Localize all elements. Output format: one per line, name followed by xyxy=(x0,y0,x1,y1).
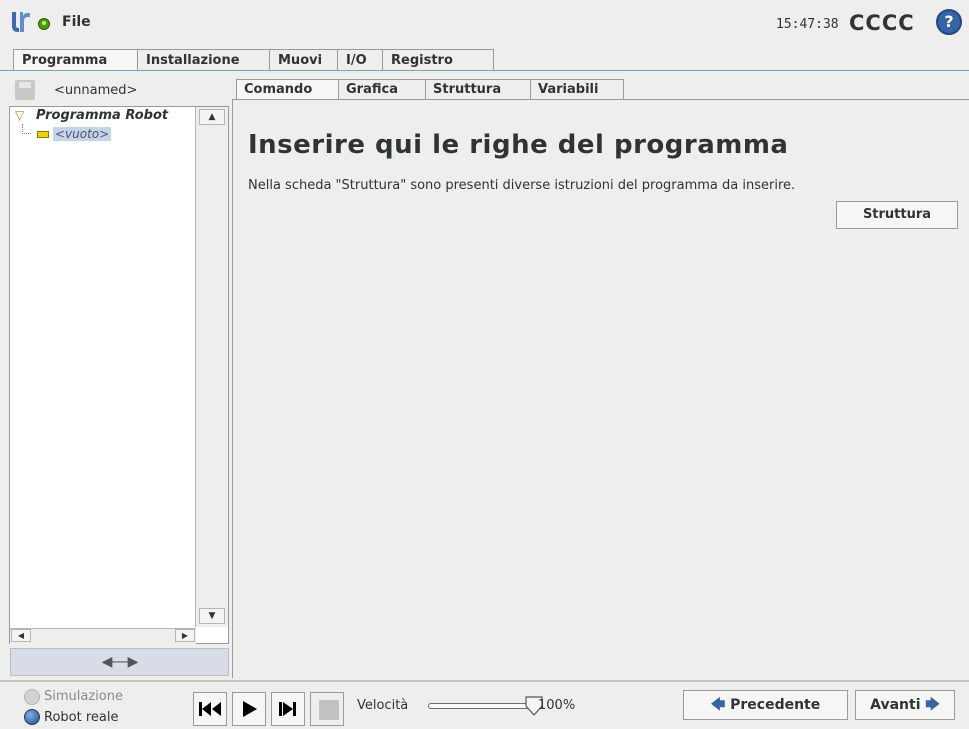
tab-io[interactable]: I/O xyxy=(337,49,383,71)
speed-value: 100% xyxy=(538,698,576,713)
tab-programma[interactable]: Programma xyxy=(13,49,138,71)
arrow-left-icon: 🡄 xyxy=(710,697,726,713)
tab-comando[interactable]: Comando xyxy=(236,79,339,100)
ur-logo-icon[interactable] xyxy=(10,10,32,34)
tab-struttura[interactable]: Struttura xyxy=(425,79,531,100)
previous-button[interactable]: 🡄 Precedente xyxy=(683,690,848,720)
empty-node-icon xyxy=(37,131,49,138)
panel-resize-handle[interactable]: ◀----▶ xyxy=(10,648,229,676)
struttura-button[interactable]: Struttura xyxy=(836,201,958,229)
play-button[interactable] xyxy=(232,692,266,726)
tab-grafica[interactable]: Grafica xyxy=(338,79,426,100)
scroll-up-button[interactable]: ▲ xyxy=(199,109,225,125)
speed-slider[interactable] xyxy=(428,703,538,709)
rewind-icon xyxy=(199,702,221,716)
bottom-divider xyxy=(0,680,969,682)
speed-label: Velocità xyxy=(357,698,409,713)
step-forward-icon xyxy=(279,702,296,716)
tree-node-empty[interactable]: <vuoto> xyxy=(53,127,112,141)
step-button[interactable] xyxy=(271,692,305,726)
tree-connector xyxy=(22,124,31,134)
status-dot-icon xyxy=(38,18,50,30)
horizontal-scrollbar[interactable] xyxy=(10,628,196,644)
robot-name: CCCC xyxy=(849,11,915,35)
file-menu[interactable]: File xyxy=(62,14,91,30)
clock: 15:47:38 xyxy=(776,17,839,32)
real-robot-radio[interactable] xyxy=(24,709,40,725)
simulation-radio[interactable] xyxy=(24,689,40,705)
page-description: Nella scheda "Struttura" sono presenti d… xyxy=(248,178,796,193)
stop-icon xyxy=(319,700,339,720)
scroll-down-button[interactable]: ▼ xyxy=(199,608,225,624)
tree-node-root[interactable]: Programma Robot xyxy=(36,108,168,123)
program-name: <unnamed> xyxy=(54,83,138,98)
help-icon[interactable]: ? xyxy=(936,9,962,35)
tab-divider xyxy=(0,70,969,71)
next-button[interactable]: Avanti 🡆 xyxy=(855,690,955,720)
scroll-left-button[interactable]: ◀ xyxy=(11,629,31,642)
previous-label: Precedente xyxy=(730,697,821,713)
tab-variabili[interactable]: Variabili xyxy=(530,79,624,100)
expand-triangle-icon[interactable]: ▽ xyxy=(15,108,24,122)
save-icon[interactable] xyxy=(15,80,35,100)
real-robot-label: Robot reale xyxy=(44,710,119,725)
rewind-button[interactable] xyxy=(193,692,227,726)
page-title: Inserire qui le righe del programma xyxy=(248,130,789,160)
tab-registro[interactable]: Registro xyxy=(382,49,494,71)
scroll-right-button[interactable]: ▶ xyxy=(175,629,195,642)
next-label: Avanti xyxy=(870,697,921,713)
arrow-right-icon: 🡆 xyxy=(925,697,940,713)
play-icon xyxy=(243,701,257,717)
tab-muovi[interactable]: Muovi xyxy=(269,49,338,71)
tab-installazione[interactable]: Installazione xyxy=(137,49,270,71)
vertical-scrollbar[interactable] xyxy=(195,107,228,627)
simulation-label: Simulazione xyxy=(44,689,123,704)
